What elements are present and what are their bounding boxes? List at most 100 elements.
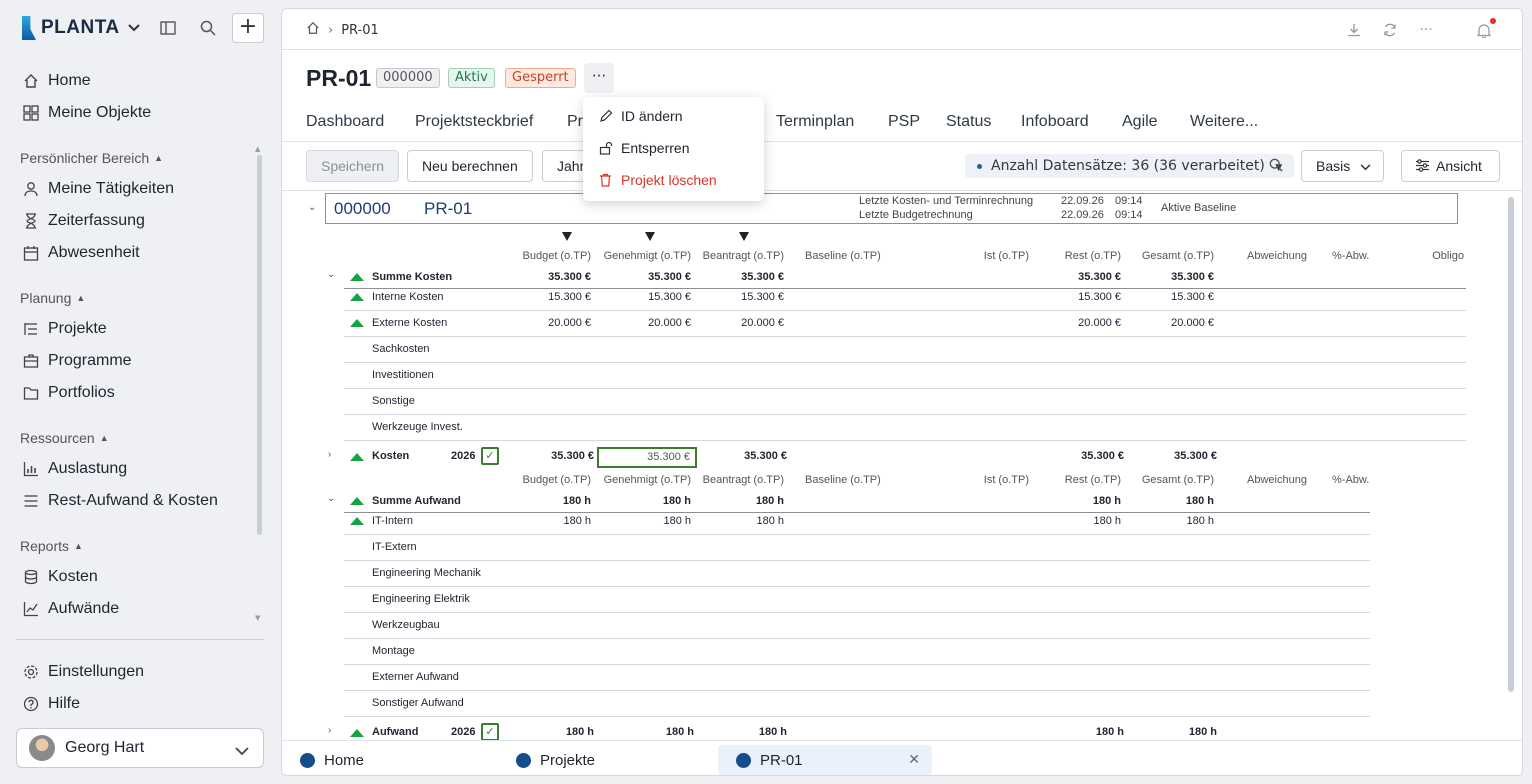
brand-switcher[interactable]: PLANTA (22, 14, 140, 42)
cell-approved[interactable]: 180 h (591, 495, 691, 507)
cell-approved[interactable]: 20.000 € (591, 317, 691, 329)
cell-rest[interactable]: 35.300 € (1021, 271, 1121, 283)
chevron-right-icon[interactable]: › (328, 449, 331, 460)
scroll-down-icon[interactable]: ▼ (255, 614, 260, 622)
user-menu[interactable]: Georg Hart (16, 728, 264, 768)
project-id[interactable]: 000000 (334, 199, 391, 219)
cell-budget[interactable]: 180 h (491, 515, 591, 527)
nav-abwesenheit[interactable]: Abwesenheit (22, 241, 140, 265)
cell-requested[interactable]: 20.000 € (684, 317, 784, 329)
chevron-down-icon[interactable]: ⌄ (308, 202, 316, 213)
scroll-up-icon[interactable]: ▲ (255, 145, 260, 153)
bottom-tab-pr01[interactable]: PR-01 ✕ (718, 745, 932, 775)
breadcrumb-current[interactable]: PR-01 (341, 23, 379, 38)
close-icon[interactable]: ✕ (908, 751, 920, 768)
cell-total[interactable]: 15.300 € (1114, 291, 1214, 303)
chevron-down-icon[interactable]: ⌄ (327, 493, 335, 504)
more-actions-button[interactable]: ··· (584, 63, 614, 93)
cell-budget[interactable]: 20.000 € (491, 317, 591, 329)
cell-rest[interactable]: 180 h (1021, 495, 1121, 507)
tab-psp[interactable]: PSP (888, 113, 920, 131)
tab-weitere[interactable]: Weitere... (1190, 113, 1258, 131)
view-button[interactable]: Ansicht (1401, 150, 1500, 182)
cell-rest[interactable]: 35.300 € (1024, 450, 1124, 462)
grid-scrollbar[interactable] (1508, 197, 1514, 692)
cell-total[interactable]: 35.300 € (1114, 271, 1214, 283)
tab-agile[interactable]: Agile (1122, 113, 1158, 131)
nav-einstellungen[interactable]: Einstellungen (22, 660, 144, 684)
filter-icon[interactable] (739, 232, 749, 241)
nav-zeiterfassung[interactable]: Zeiterfassung (22, 209, 145, 233)
nav-rest-aufwand-kosten[interactable]: Rest-Aufwand & Kosten (22, 489, 218, 513)
chevron-down-icon[interactable]: ⌄ (327, 269, 335, 280)
nav-auslastung[interactable]: Auslastung (22, 457, 127, 481)
chevron-right-icon[interactable]: › (328, 725, 331, 736)
menu-item-delete-project[interactable]: Projekt löschen (599, 169, 717, 191)
cell-total[interactable]: 20.000 € (1114, 317, 1214, 329)
sidebar-scrollbar[interactable] (257, 155, 262, 535)
new-button[interactable]: + (232, 13, 264, 43)
download-icon[interactable] (1345, 21, 1363, 39)
cell-total[interactable]: 180 h (1117, 726, 1217, 738)
nav-hilfe[interactable]: Hilfe (22, 692, 80, 716)
sidebar-toggle-icon[interactable] (158, 18, 178, 38)
cell-requested[interactable]: 15.300 € (684, 291, 784, 303)
cell-budget[interactable]: 180 h (491, 495, 591, 507)
recalculate-button[interactable]: Neu berechnen (407, 150, 533, 182)
cell-requested[interactable]: 180 h (684, 495, 784, 507)
cell-requested[interactable]: 180 h (684, 515, 784, 527)
nav-meine-objekte[interactable]: Meine Objekte (22, 101, 151, 125)
bottom-tab-home[interactable]: Home (282, 745, 364, 775)
nav-meine-taetigkeiten[interactable]: Meine Tätigkeiten (22, 177, 174, 201)
cell-total[interactable]: 180 h (1114, 515, 1214, 527)
tab-projektsteckbrief[interactable]: Projektsteckbrief (415, 113, 533, 131)
nav-programme[interactable]: Programme (22, 349, 132, 373)
cell-approved[interactable]: 35.300 € (591, 271, 691, 283)
cell-budget[interactable]: 15.300 € (491, 291, 591, 303)
section-persoenlicher-bereich[interactable]: Persönlicher Bereich ▲ (20, 150, 163, 166)
cell-budget[interactable]: 35.300 € (491, 271, 591, 283)
refresh-icon[interactable] (1381, 21, 1399, 39)
cell-approved[interactable]: 180 h (594, 726, 694, 738)
project-name[interactable]: PR-01 (424, 199, 472, 219)
tab-dashboard[interactable]: Dashboard (306, 113, 384, 131)
cell-rest[interactable]: 15.300 € (1021, 291, 1121, 303)
cell-total[interactable]: 35.300 € (1117, 450, 1217, 462)
cell-budget[interactable]: 180 h (494, 726, 594, 738)
cell-requested[interactable]: 35.300 € (687, 450, 787, 462)
home-icon[interactable] (306, 21, 320, 39)
cell-approved-editing[interactable]: 35.300 € (597, 447, 697, 468)
section-reports[interactable]: Reports ▲ (20, 538, 83, 554)
cell-rest[interactable]: 20.000 € (1021, 317, 1121, 329)
more-icon[interactable]: ··· (1417, 21, 1435, 39)
cell-approved[interactable]: 15.300 € (591, 291, 691, 303)
nav-kosten[interactable]: Kosten (22, 565, 98, 589)
filter-icon[interactable] (645, 232, 655, 241)
search-icon[interactable] (1267, 156, 1285, 174)
basis-dropdown[interactable]: Basis (1301, 150, 1384, 182)
nav-projekte[interactable]: Projekte (22, 317, 107, 341)
cell-approved[interactable]: 180 h (591, 515, 691, 527)
section-planung[interactable]: Planung ▲ (20, 290, 85, 306)
records-count[interactable]: Anzahl Datensätze: 36 (36 verarbeitet) ▼ (965, 154, 1295, 178)
bottom-tab-projekte[interactable]: Projekte (498, 745, 595, 775)
tab-infoboard[interactable]: Infoboard (1021, 113, 1089, 131)
bell-icon[interactable] (1475, 21, 1493, 39)
cell-rest[interactable]: 180 h (1021, 515, 1121, 527)
tab-terminplan[interactable]: Terminplan (776, 113, 854, 131)
nav-aufwaende[interactable]: Aufwände (22, 597, 119, 621)
cell-rest[interactable]: 180 h (1024, 726, 1124, 738)
nav-portfolios[interactable]: Portfolios (22, 381, 115, 405)
cell-requested[interactable]: 35.300 € (684, 271, 784, 283)
search-icon[interactable] (198, 18, 218, 38)
cell-total[interactable]: 180 h (1114, 495, 1214, 507)
cell-budget[interactable]: 35.300 € (494, 450, 594, 462)
nav-home[interactable]: Home (22, 69, 91, 93)
filter-icon[interactable] (562, 232, 572, 241)
menu-item-unlock[interactable]: Entsperren (599, 137, 689, 159)
section-ressourcen[interactable]: Ressourcen ▲ (20, 430, 109, 446)
cell-requested[interactable]: 180 h (687, 726, 787, 738)
tab-status[interactable]: Status (946, 113, 991, 131)
save-button[interactable]: Speichern (306, 150, 400, 182)
menu-item-change-id[interactable]: ID ändern (599, 105, 682, 127)
